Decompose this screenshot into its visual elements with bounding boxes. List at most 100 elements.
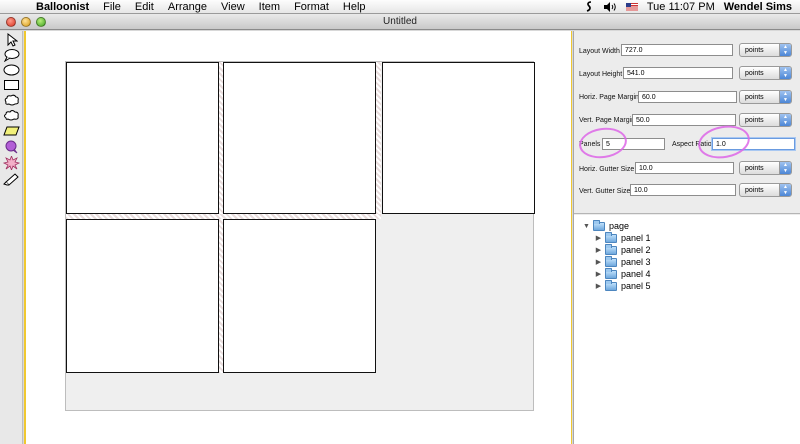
panel-3[interactable] bbox=[382, 62, 535, 214]
horiz-gutter-label: Horiz. Gutter Size bbox=[579, 165, 635, 173]
layout-height-unit-popup[interactable]: points ▲ ▼ bbox=[739, 66, 792, 80]
outline-node-page[interactable]: ▼ page bbox=[582, 219, 629, 231]
panel-5[interactable] bbox=[223, 219, 376, 373]
vert-margin-unit-popup[interactable]: points ▲ ▼ bbox=[739, 113, 792, 127]
layout-width-row: Layout Width bbox=[579, 43, 620, 59]
outline-label-panel-4: panel 4 bbox=[621, 269, 651, 279]
layout-width-unit-popup[interactable]: points ▲ ▼ bbox=[739, 43, 792, 57]
oval-tool-icon[interactable] bbox=[3, 63, 20, 77]
horiz-margin-field[interactable]: 60.0 bbox=[638, 91, 737, 103]
outline-node-panel-4[interactable]: ▶ panel 4 bbox=[594, 267, 651, 279]
outline-label-panel-1: panel 1 bbox=[621, 233, 651, 243]
vert-margin-label: Vert. Page Margin bbox=[579, 116, 636, 124]
disclosure-closed-icon[interactable]: ▶ bbox=[594, 258, 603, 266]
folder-icon bbox=[605, 255, 617, 267]
panel-1[interactable] bbox=[66, 62, 219, 214]
vert-margin-row: Vert. Page Margin bbox=[579, 112, 635, 128]
window-title-bar[interactable]: Untitled bbox=[0, 14, 800, 30]
disclosure-closed-icon[interactable]: ▶ bbox=[594, 246, 603, 254]
page-outline-tree[interactable]: ▼ page ▶ panel 1 ▶ panel 2 ▶ panel 3 ▶ p… bbox=[574, 215, 800, 444]
menu-extras: Tue 11:07 PM Wendel Sims bbox=[585, 1, 800, 13]
menu-app[interactable]: Balloonist bbox=[28, 1, 96, 13]
scroll-tool-icon[interactable] bbox=[3, 172, 20, 186]
layout-height-field[interactable]: 541.0 bbox=[623, 67, 733, 79]
menu-help[interactable]: Help bbox=[336, 1, 373, 13]
horiz-gutter-field[interactable]: 10.0 bbox=[635, 162, 734, 174]
layout-properties: Layout Width 727.0 points ▲ ▼ Layout Heig… bbox=[574, 31, 800, 214]
horiz-margin-unit-popup[interactable]: points ▲ ▼ bbox=[739, 90, 792, 104]
panels-field[interactable]: 5 bbox=[602, 138, 665, 150]
vert-gutter-field[interactable]: 10.0 bbox=[630, 184, 736, 196]
close-window-button[interactable] bbox=[6, 16, 16, 27]
arrow-tool-icon[interactable] bbox=[3, 33, 20, 47]
outline-label-panel-5: panel 5 bbox=[621, 281, 651, 291]
vert-margin-field[interactable]: 50.0 bbox=[632, 114, 736, 126]
menu-file[interactable]: File bbox=[96, 1, 128, 13]
caption-tool-icon[interactable] bbox=[3, 124, 20, 138]
input-menu-flag-icon[interactable] bbox=[625, 2, 638, 11]
horiz-margin-label: Horiz. Page Margin bbox=[579, 93, 639, 101]
canvas-area[interactable] bbox=[24, 31, 572, 444]
outline-label-panel-3: panel 3 bbox=[621, 257, 651, 267]
folder-icon bbox=[605, 279, 617, 291]
rectangle-tool-icon[interactable] bbox=[3, 78, 20, 92]
outline-node-panel-3[interactable]: ▶ panel 3 bbox=[594, 255, 651, 267]
vert-gutter-unit-popup[interactable]: points ▲ ▼ bbox=[739, 183, 792, 197]
menu-edit[interactable]: Edit bbox=[128, 1, 161, 13]
folder-icon bbox=[605, 231, 617, 243]
panels-row: Panels bbox=[579, 136, 600, 152]
outline-node-panel-1[interactable]: ▶ panel 1 bbox=[594, 231, 651, 243]
menu-format[interactable]: Format bbox=[287, 1, 336, 13]
aspect-ratio-field[interactable]: 1.0 bbox=[712, 138, 795, 150]
comic-page[interactable] bbox=[65, 61, 535, 411]
window-title: Untitled bbox=[383, 16, 417, 27]
folder-icon bbox=[605, 267, 617, 279]
horiz-gutter-row: Horiz. Gutter Size bbox=[579, 161, 634, 177]
popup-arrows-icon: ▲ ▼ bbox=[779, 162, 791, 174]
zoom-window-button[interactable] bbox=[36, 16, 46, 27]
folder-icon bbox=[593, 219, 605, 231]
volume-icon[interactable] bbox=[603, 1, 617, 12]
folder-icon bbox=[605, 243, 617, 255]
panel-2[interactable] bbox=[223, 62, 376, 214]
panels-label: Panels bbox=[579, 140, 601, 148]
popup-arrows-icon: ▲ ▼ bbox=[779, 44, 791, 56]
popup-arrows-icon: ▲ ▼ bbox=[779, 91, 791, 103]
layout-height-label: Layout Height bbox=[579, 70, 623, 78]
menu-arrange[interactable]: Arrange bbox=[161, 1, 214, 13]
popup-arrows-icon: ▲ ▼ bbox=[779, 67, 791, 79]
menu-item[interactable]: Item bbox=[252, 1, 287, 13]
outline-node-panel-5[interactable]: ▶ panel 5 bbox=[594, 279, 651, 291]
layout-width-field[interactable]: 727.0 bbox=[621, 44, 733, 56]
burst-tool-icon[interactable] bbox=[3, 156, 20, 170]
toolbox bbox=[0, 31, 23, 444]
horiz-margin-unit: points bbox=[745, 93, 764, 101]
disclosure-closed-icon[interactable]: ▶ bbox=[594, 282, 603, 290]
disclosure-open-icon[interactable]: ▼ bbox=[582, 223, 591, 230]
outline-node-panel-2[interactable]: ▶ panel 2 bbox=[594, 243, 651, 255]
horiz-margin-row: Horiz. Page Margin bbox=[579, 89, 639, 105]
inspector-sidebar: Layout Width 727.0 points ▲ ▼ Layout Heig… bbox=[573, 31, 800, 444]
speech-balloon-icon[interactable] bbox=[3, 48, 20, 62]
disclosure-closed-icon[interactable]: ▶ bbox=[594, 270, 603, 278]
layout-width-unit: points bbox=[745, 46, 764, 54]
menu-bar: Balloonist File Edit Arrange View Item F… bbox=[0, 0, 800, 14]
panel-4[interactable] bbox=[66, 219, 219, 373]
layout-height-unit: points bbox=[745, 69, 764, 77]
menu-user[interactable]: Wendel Sims bbox=[724, 1, 792, 13]
layout-width-label: Layout Width bbox=[579, 47, 620, 55]
whisper-balloon-icon[interactable] bbox=[3, 140, 20, 154]
menu-clock[interactable]: Tue 11:07 PM bbox=[647, 1, 715, 13]
disclosure-closed-icon[interactable]: ▶ bbox=[594, 234, 603, 242]
menu-view[interactable]: View bbox=[214, 1, 252, 13]
minimize-window-button[interactable] bbox=[21, 16, 31, 27]
cloud-tool-icon[interactable] bbox=[3, 108, 20, 122]
vertical-gutter bbox=[376, 62, 381, 214]
aspect-ratio-label: Aspect Ratio bbox=[672, 140, 712, 148]
thought-cloud-icon[interactable] bbox=[3, 93, 20, 107]
horiz-gutter-unit: points bbox=[745, 164, 764, 172]
layout-height-row: Layout Height bbox=[579, 66, 622, 82]
script-menu-icon[interactable] bbox=[585, 1, 594, 12]
vert-gutter-row: Vert. Gutter Size bbox=[579, 183, 630, 199]
horiz-gutter-unit-popup[interactable]: points ▲ ▼ bbox=[739, 161, 792, 175]
